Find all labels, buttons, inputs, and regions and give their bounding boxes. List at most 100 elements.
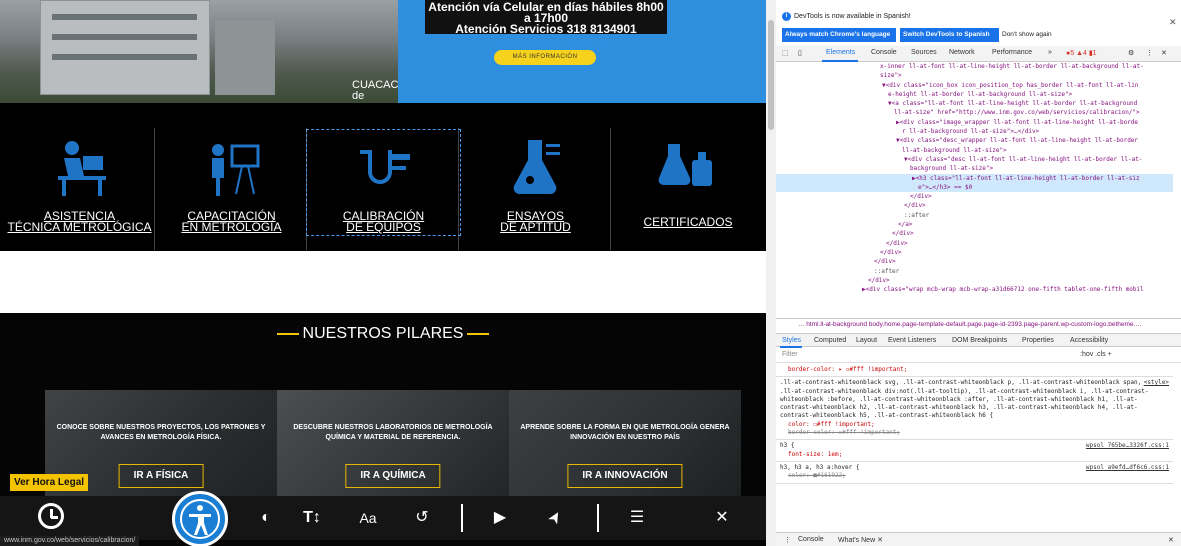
filter-tools[interactable]: :hov .cls + xyxy=(1080,351,1112,358)
dom-line[interactable]: r ll-at-background ll-at-size">…</div> xyxy=(776,127,1173,136)
tab-performance[interactable]: Performance xyxy=(992,49,1032,56)
dom-breadcrumb[interactable]: … html.ll-at-background body.home.page-t… xyxy=(776,318,1181,330)
devtools-drawer: ⋮ Console What's New ✕ ✕ xyxy=(776,532,1181,546)
accessibility-icon[interactable] xyxy=(172,491,228,546)
dom-line-selected[interactable]: e">…</h3> == $0 xyxy=(776,182,1173,193)
dom-line-selected[interactable]: ▶<h3 class="ll-at-font ll-at-line-height… xyxy=(776,173,1173,183)
service-certificados[interactable]: CERTIFICADOS xyxy=(613,128,763,250)
contact-line-1: Atención vía Celular en días hábiles 8h0… xyxy=(428,0,664,25)
dom-line[interactable]: background ll-at-size"> xyxy=(776,164,1173,173)
menu-icon[interactable]: ☰ xyxy=(626,508,648,528)
service-asistencia[interactable]: ASISTENCIA TÉCNICA METROLÓGICA xyxy=(5,128,155,250)
page-scrollbar[interactable] xyxy=(766,0,776,546)
css-rule: wpsol_765be…3326f.css:1 h3 { font-size: … xyxy=(776,440,1173,462)
ir-a-innovacion-button[interactable]: IR A INNOVACIÓN xyxy=(567,464,683,488)
devtools-close-icon[interactable]: ✕ xyxy=(1161,49,1167,57)
css-property[interactable]: border-color: ▸ ☐#fff !important; xyxy=(780,366,1169,374)
close-icon[interactable]: ✕ xyxy=(711,508,733,528)
drawer-tab-whats-new[interactable]: What's New ✕ xyxy=(838,536,883,544)
dom-line[interactable]: ll-at-background ll-at-size"> xyxy=(776,146,1173,155)
tab-layout[interactable]: Layout xyxy=(856,337,877,344)
css-property-overridden[interactable]: border-color: ☐#fff !important; xyxy=(780,429,1169,437)
dom-line[interactable]: size"> xyxy=(776,71,1173,80)
dom-line[interactable]: </div> xyxy=(776,257,1173,266)
dont-show-again-button[interactable]: Don't show again xyxy=(1002,28,1052,42)
legal-time-button[interactable]: Ver Hora Legal xyxy=(10,474,89,491)
ir-a-fisica-button[interactable]: IR A FÍSICA xyxy=(118,464,204,488)
settings-gear-icon[interactable]: ⚙ xyxy=(1128,49,1134,57)
kebab-menu-icon[interactable]: ⋮ xyxy=(1146,49,1153,57)
dom-line[interactable]: </div> xyxy=(776,229,1173,238)
pillar-text: CONOCE SOBRE NUESTROS PROYECTOS, LOS PAT… xyxy=(56,424,266,441)
filter-input[interactable]: Filter xyxy=(782,351,798,358)
dom-line[interactable]: </div> xyxy=(776,192,1173,201)
dom-line[interactable]: </div> xyxy=(776,276,1173,285)
css-property[interactable]: font-size: 1em; xyxy=(780,451,1169,459)
dom-line[interactable]: ::after xyxy=(776,267,1173,276)
dom-line[interactable]: ▼<div class="desc_wrapper ll-at-font ll-… xyxy=(776,136,1173,145)
clock-icon[interactable] xyxy=(38,503,64,529)
service-capacitacion[interactable]: CAPACITACIÓN EN METROLOGÍA xyxy=(157,128,307,250)
tab-elements[interactable]: Elements xyxy=(826,49,855,56)
switch-spanish-button[interactable]: Switch DevTools to Spanish xyxy=(900,28,999,42)
drawer-tab-console[interactable]: Console xyxy=(798,536,824,543)
dom-line[interactable]: ::after xyxy=(776,211,1173,220)
dom-tree: x-inner ll-at-font ll-at-line-height ll-… xyxy=(776,62,1173,316)
dom-line[interactable]: ▼<div class="icon_box icon_position_top … xyxy=(776,81,1173,90)
rule-source[interactable]: <style> xyxy=(1144,379,1169,387)
dom-line[interactable]: e-height ll-at-border ll-at-background l… xyxy=(776,90,1173,99)
reset-icon[interactable]: ↺ xyxy=(411,508,433,528)
ir-a-quimica-button[interactable]: IR A QUÍMICA xyxy=(345,464,441,488)
dom-line[interactable]: ll-at-size" href="http://www.inm.gov.co/… xyxy=(776,108,1173,117)
dom-line[interactable]: ▼<div class="desc ll-at-font ll-at-line-… xyxy=(776,155,1173,164)
tab-dom-breakpoints[interactable]: DOM Breakpoints xyxy=(952,337,1007,344)
tab-sources[interactable]: Sources xyxy=(911,49,937,56)
cursor-icon[interactable]: ➤ xyxy=(542,503,570,532)
drawer-menu-icon[interactable]: ⋮ xyxy=(784,536,791,544)
font-icon[interactable]: Aa xyxy=(357,508,379,528)
service-certificados-line1: CERTIFICADOS xyxy=(643,215,733,229)
service-ensayos-line2: DE APTITUD xyxy=(500,220,571,234)
contrast-icon[interactable]: ◐ xyxy=(255,508,277,528)
tab-network[interactable]: Network xyxy=(949,49,975,56)
service-ensayos[interactable]: ENSAYOS DE APTITUD xyxy=(461,128,611,250)
devtools-tabbar: ⬚ ▯ Elements Console Sources Network Per… xyxy=(776,46,1181,62)
accessibility-toolbar: ◐ T↕ Aa ↺ ▶ ➤ ☰ ✕ xyxy=(0,496,766,540)
tab-console[interactable]: Console xyxy=(871,49,897,56)
css-property-overridden[interactable]: color: ■#161922; xyxy=(780,472,1169,480)
flask-icon xyxy=(513,140,560,195)
rule-source[interactable]: wpsol_a9efd…df6c6.css:1 xyxy=(1086,464,1169,472)
pillar-card-quimica: DESCUBRE NUESTROS LABORATORIOS DE METROL… xyxy=(277,390,509,502)
dom-line[interactable]: </div> xyxy=(776,248,1173,257)
dom-line[interactable]: ▼<a class="ll-at-font ll-at-line-height … xyxy=(776,99,1173,108)
tab-computed[interactable]: Computed xyxy=(814,337,846,344)
match-language-button[interactable]: Always match Chrome's language xyxy=(782,28,896,42)
more-info-button[interactable]: MÁS INFORMACIÓN xyxy=(494,50,596,65)
dom-line[interactable]: </div> xyxy=(776,201,1173,210)
css-selector[interactable]: .ll-at-contrast-whiteonblack svg, .ll-at… xyxy=(780,379,1169,420)
rule-source[interactable]: wpsol_765be…3326f.css:1 xyxy=(1086,442,1169,450)
text-size-icon[interactable]: T↕ xyxy=(301,508,323,528)
dom-line[interactable]: ▶<div class="image_wrapper ll-at-font ll… xyxy=(776,118,1173,127)
more-tabs-icon[interactable]: » xyxy=(1048,49,1052,56)
drawer-close-icon[interactable]: ✕ xyxy=(1168,536,1174,544)
banner-close-icon[interactable]: ✕ xyxy=(1169,17,1177,28)
issue-badges[interactable]: ●5 ▲4 ▮1 xyxy=(1066,49,1097,57)
pillar-text: APRENDE SOBRE LA FORMA EN QUE METROLOGÍA… xyxy=(520,424,730,441)
tab-properties[interactable]: Properties xyxy=(1022,337,1054,344)
tab-event-listeners[interactable]: Event Listeners xyxy=(888,337,936,344)
dom-line[interactable]: x-inner ll-at-font ll-at-line-height ll-… xyxy=(776,62,1173,71)
dom-line[interactable]: </a> xyxy=(776,220,1173,229)
dom-line[interactable]: ▶<div class="wrap mcb-wrap mcb-wrap-a31d… xyxy=(776,285,1173,294)
contact-email-link[interactable]: contacto@inm.gov.co xyxy=(425,34,667,46)
tab-styles[interactable]: Styles xyxy=(782,337,801,344)
tab-accessibility[interactable]: Accessibility xyxy=(1070,337,1108,344)
inspect-icon[interactable]: ⬚ xyxy=(782,49,789,57)
play-icon[interactable]: ▶ xyxy=(489,508,511,528)
device-toggle-icon[interactable]: ▯ xyxy=(798,49,802,57)
dom-line[interactable]: </div> xyxy=(776,239,1173,248)
css-property[interactable]: color: ☐#fff !important; xyxy=(780,421,1169,429)
scrollbar-thumb[interactable] xyxy=(768,20,774,130)
pillars-title-text: NUESTROS PILARES xyxy=(302,325,464,342)
banner-message: DevTools is now available in Spanish! xyxy=(794,13,911,20)
